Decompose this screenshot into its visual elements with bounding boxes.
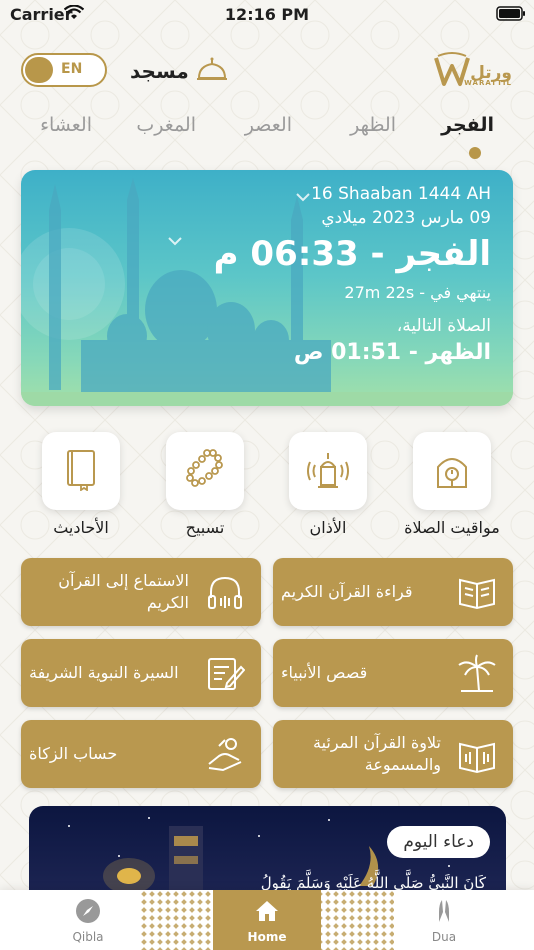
feature-label: تسبيح (185, 518, 225, 537)
next-prayer-time: الظهر - 01:51 ص (293, 340, 491, 365)
feature-label: الأذان (309, 518, 347, 537)
feature-label: الأحاديث (53, 518, 109, 537)
palm-tree-icon (457, 653, 497, 693)
tab-dua[interactable]: Dua (404, 898, 484, 944)
prayer-tabs: الفجر الظهر العصر المغرب العشاء (0, 114, 534, 162)
feature-azan[interactable]: الأذان (268, 432, 388, 537)
tab-dhuhr[interactable]: الظهر (350, 114, 396, 136)
home-icon (254, 901, 280, 928)
status-bar: Carrier 12:16 PM (0, 0, 534, 30)
button-label: حساب الزكاة (29, 744, 118, 764)
tab-isha[interactable]: العشاء (40, 114, 92, 136)
language-toggle[interactable]: EN (21, 53, 107, 87)
book-icon (59, 447, 103, 495)
read-quran-button[interactable]: قراءة القرآن الكريم (273, 558, 513, 626)
button-label: قصص الأنبياء (281, 663, 368, 683)
language-label: EN (61, 61, 83, 77)
tasbih-beads-icon (183, 447, 227, 495)
time-remaining: ينتهي في - 27m 22s (344, 283, 491, 302)
feature-card (166, 432, 244, 510)
azan-speaker-icon (306, 447, 350, 495)
dua-title: دعاء اليوم (387, 826, 490, 858)
button-label: السيرة النبوية الشريفة (29, 663, 179, 683)
tab-label: Home (247, 930, 287, 944)
tab-qibla[interactable]: Qibla (48, 898, 128, 944)
hijri-date: 16 Shaaban 1444 AH (311, 184, 491, 204)
masjid-label: مسجد (130, 59, 189, 83)
masjid-selector[interactable]: مسجد (130, 56, 229, 86)
feature-hadith[interactable]: الأحاديث (21, 432, 141, 537)
tabbar-pattern-left (140, 890, 218, 950)
tab-maghrib[interactable]: المغرب (136, 114, 196, 136)
prophets-stories-button[interactable]: قصص الأنبياء (273, 639, 513, 707)
prophet-biography-button[interactable]: السيرة النبوية الشريفة (21, 639, 261, 707)
prayer-time-card: 16 Shaaban 1444 AH 09 مارس 2023 ميلادي ا… (21, 170, 513, 406)
zakat-hand-icon (205, 734, 245, 774)
button-label: تلاوة القرآن المرئية والمسموعة (313, 733, 441, 774)
button-label: قراءة القرآن الكريم (281, 582, 413, 602)
feature-prayer-times[interactable]: مواقيت الصلاة (392, 432, 512, 537)
tab-home[interactable]: Home (227, 898, 307, 944)
card-bottom-band (21, 392, 513, 406)
tab-label: Dua (431, 930, 457, 944)
mosque-dome-icon (195, 56, 229, 86)
quran-audio-icon (457, 734, 497, 774)
praying-hands-icon (431, 900, 457, 928)
gregorian-date: 09 مارس 2023 ميلادي (321, 208, 491, 228)
next-prayer-label: الصلاة التالية، (396, 316, 491, 336)
button-label: الاستماع إلى القرآن الكريم (58, 571, 189, 612)
feature-card (289, 432, 367, 510)
bottom-tab-bar: Qibla Home Dua (0, 890, 534, 950)
feature-card (413, 432, 491, 510)
feature-tasbih[interactable]: تسبيح (145, 432, 265, 537)
headphones-icon (205, 572, 245, 612)
mosque-clock-icon (430, 447, 474, 495)
feature-card (42, 432, 120, 510)
tab-fajr[interactable]: الفجر (441, 114, 494, 136)
tab-asr[interactable]: العصر (245, 114, 292, 136)
tab-label: Qibla (72, 930, 104, 944)
listen-quran-button[interactable]: الاستماع إلى القرآن الكريم (21, 558, 261, 626)
open-quran-icon (457, 572, 497, 612)
current-prayer-time: الفجر - 06:33 م (213, 234, 491, 274)
toggle-knob (25, 57, 53, 83)
active-tab-indicator (469, 147, 481, 159)
tabbar-pattern-right (316, 890, 394, 950)
feature-label: مواقيت الصلاة (404, 518, 500, 537)
quran-recitation-button[interactable]: تلاوة القرآن المرئية والمسموعة (273, 720, 513, 788)
writing-icon (205, 653, 246, 693)
battery-icon (496, 6, 526, 26)
clock: 12:16 PM (224, 5, 310, 24)
logo-subtitle: WARATTIL (464, 79, 512, 87)
compass-icon (75, 899, 101, 928)
zakat-calculator-button[interactable]: حساب الزكاة (21, 720, 261, 788)
